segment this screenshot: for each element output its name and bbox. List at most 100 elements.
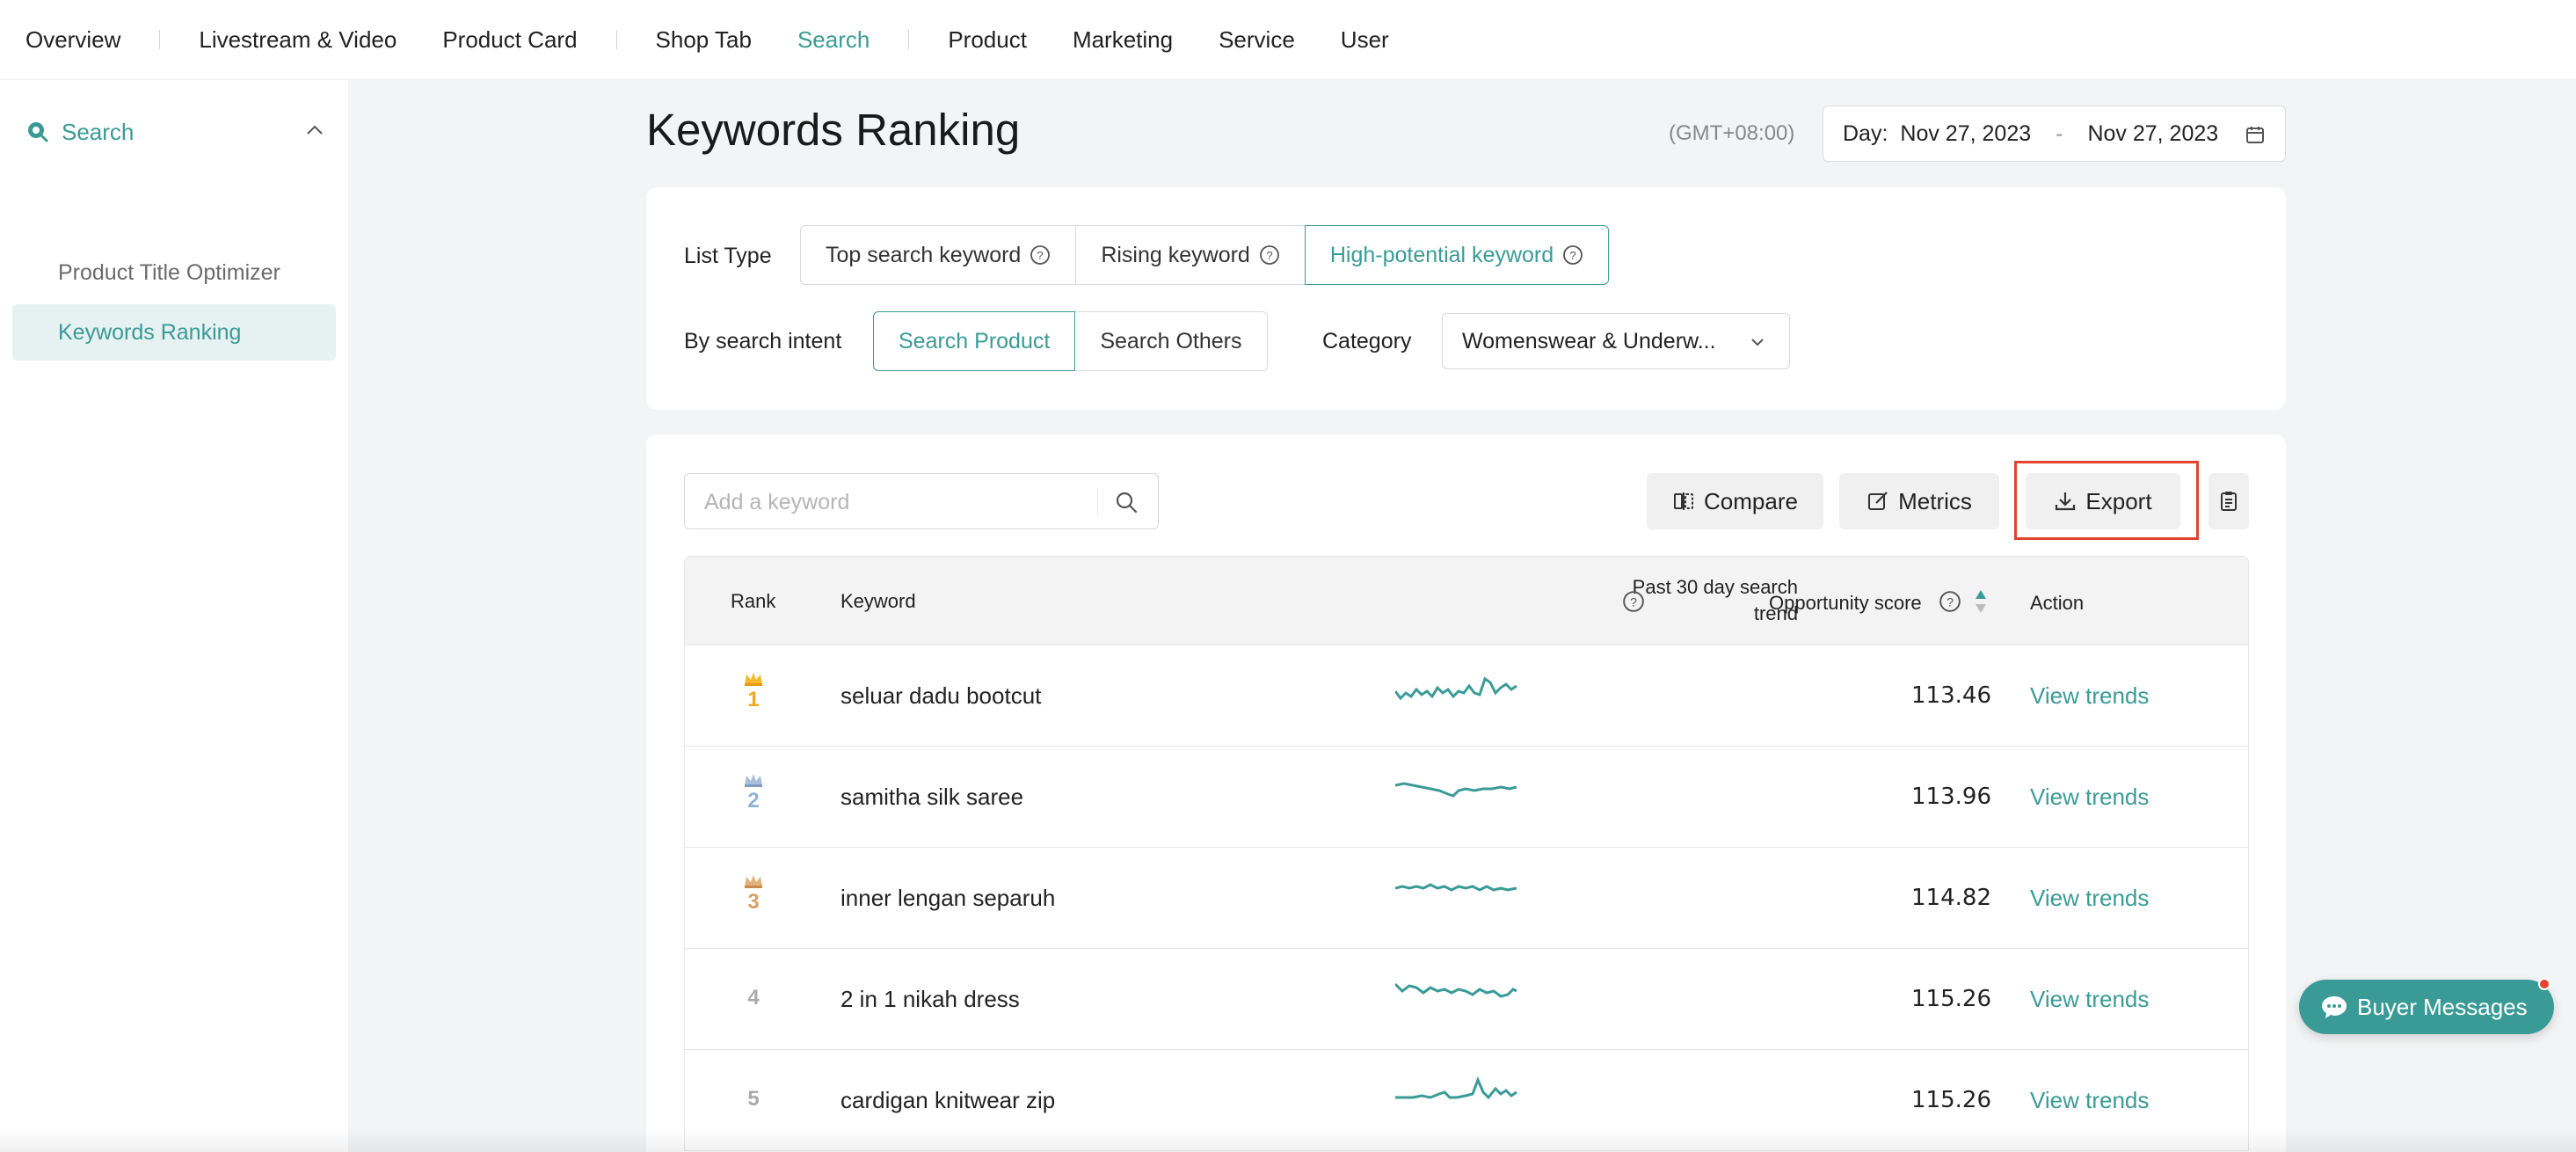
top-navigation: Overview Livestream & Video Product Card… — [0, 0, 2576, 79]
score-cell: 115.26 — [1911, 986, 1991, 1012]
sidebar-section-search[interactable]: Search — [26, 114, 325, 149]
score-cell: 113.46 — [1911, 682, 1991, 709]
table-row: 1 seluar dadu bootcut 113.46 View trends — [684, 645, 2249, 747]
score-cell: 114.82 — [1911, 885, 1991, 911]
bronze-crown-icon — [745, 875, 762, 888]
keyword-cell: 2 in 1 nikah dress — [840, 986, 1020, 1012]
list-type-segment: Top search keyword ? Rising keyword ? Hi… — [800, 225, 1610, 285]
search-placeholder: Add a keyword — [704, 490, 850, 514]
col-opportunity-score: Opportunity score — [1769, 592, 1922, 614]
list-type-rising[interactable]: Rising keyword ? — [1075, 225, 1306, 285]
list-type-top-search[interactable]: Top search keyword ? — [800, 225, 1077, 285]
keyword-cell: inner lengan separuh — [840, 885, 1056, 911]
search-icon[interactable] — [1114, 490, 1139, 514]
view-trends-link[interactable]: View trends — [2030, 784, 2149, 811]
nav-divider — [159, 30, 161, 49]
nav-divider — [615, 30, 617, 49]
rank-cell: 1 — [685, 672, 822, 712]
score-cell: 113.96 — [1911, 784, 1991, 810]
rank-number: 4 — [747, 986, 760, 1010]
list-type-top-search-label: Top search keyword — [826, 242, 1022, 267]
trend-sparkline — [1395, 1075, 1517, 1100]
filter-card — [646, 187, 2286, 410]
nav-marketing[interactable]: Marketing — [1073, 26, 1173, 54]
nav-service[interactable]: Service — [1219, 26, 1295, 54]
help-icon[interactable]: ? — [1030, 244, 1051, 266]
rank-number: 2 — [747, 789, 760, 813]
category-value: Womenswear & Underw... — [1462, 328, 1716, 354]
intent-search-product[interactable]: Search Product — [873, 311, 1076, 371]
help-icon[interactable]: ? — [1259, 244, 1280, 266]
nav-overview[interactable]: Overview — [25, 26, 120, 54]
export-highlight-box — [2014, 461, 2199, 540]
intent-search-others[interactable]: Search Others — [1074, 311, 1268, 371]
trend-sparkline — [1395, 676, 1517, 701]
col-keyword: Keyword — [840, 590, 916, 612]
nav-shop-tab[interactable]: Shop Tab — [656, 26, 752, 54]
sort-icon[interactable] — [1974, 588, 1988, 615]
col-action: Action — [2030, 592, 2085, 614]
score-cell: 115.26 — [1911, 1087, 1991, 1113]
sidebar-item-keywords-ranking[interactable]: Keywords Ranking — [12, 304, 336, 361]
rank-number: 5 — [747, 1087, 760, 1111]
search-section-icon — [28, 122, 48, 142]
date-start: Nov 27, 2023 — [1900, 120, 2032, 146]
view-trends-link[interactable]: View trends — [2030, 682, 2149, 710]
trend-sparkline — [1395, 782, 1517, 798]
date-prefix: Day: — [1843, 120, 1888, 146]
view-trends-link[interactable]: View trends — [2030, 986, 2149, 1013]
svg-text:?: ? — [1037, 249, 1044, 262]
compare-button[interactable]: Compare — [1647, 473, 1823, 529]
help-icon[interactable]: ? — [1562, 244, 1583, 266]
chevron-up-icon[interactable] — [304, 120, 325, 141]
nav-livestream-video[interactable]: Livestream & Video — [199, 26, 397, 54]
list-type-high-potential-label: High-potential keyword — [1329, 242, 1554, 267]
table-row: 4 2 in 1 nikah dress 115.26 View trends — [684, 949, 2249, 1050]
svg-text:?: ? — [1266, 249, 1272, 262]
nav-product-card[interactable]: Product Card — [442, 26, 577, 54]
help-icon[interactable]: ? — [1939, 590, 1961, 613]
sidebar: Search Product Title Optimizer Keywords … — [0, 79, 348, 1152]
nav-search[interactable]: Search — [797, 26, 870, 54]
compare-icon — [1674, 492, 1694, 510]
rank-cell: 3 — [685, 874, 822, 915]
rank-number: 1 — [747, 688, 760, 711]
chevron-down-icon — [1751, 339, 1764, 346]
metrics-button[interactable]: Metrics — [1839, 473, 1999, 529]
category-label: Category — [1322, 329, 1412, 354]
table-header: Rank Keyword Past 30 day search trend ? … — [684, 556, 2249, 645]
clipboard-icon — [2221, 492, 2237, 511]
timezone-label: (GMT+08:00) — [1669, 121, 1795, 145]
list-type-high-potential[interactable]: High-potential keyword ? — [1304, 225, 1610, 285]
compare-label: Compare — [1704, 487, 1798, 514]
nav-product[interactable]: Product — [948, 26, 1027, 54]
date-range-picker[interactable]: Day: Nov 27, 2023 - Nov 27, 2023 — [1823, 106, 2286, 162]
silver-crown-icon — [745, 774, 762, 787]
sidebar-item-product-title-optimizer[interactable]: Product Title Optimizer — [12, 244, 336, 301]
nav-divider — [908, 30, 910, 49]
table-row: 2 samitha silk saree 113.96 View trends — [684, 747, 2249, 848]
search-intent-segment: Search Product Search Others — [873, 311, 1268, 371]
bottom-shadow — [0, 1127, 2576, 1152]
date-separator: - — [2056, 120, 2063, 146]
keyword-search-input[interactable]: Add a keyword — [684, 473, 1159, 529]
view-trends-link[interactable]: View trends — [2030, 885, 2149, 912]
nav-user[interactable]: User — [1341, 26, 1389, 54]
table-row: 3 inner lengan separuh 114.82 View trend… — [684, 848, 2249, 949]
keyword-cell: samitha silk saree — [840, 784, 1024, 810]
rank-number: 3 — [747, 890, 760, 914]
report-button[interactable] — [2209, 473, 2249, 529]
notification-dot — [2538, 978, 2551, 990]
search-divider — [1097, 488, 1098, 516]
search-intent-label: By search intent — [684, 329, 842, 354]
list-type-label: List Type — [684, 244, 772, 268]
chat-bubble-icon — [2322, 996, 2347, 1018]
buyer-messages-button[interactable]: Buyer Messages — [2299, 978, 2554, 1034]
view-trends-link[interactable]: View trends — [2030, 1087, 2149, 1114]
help-icon[interactable]: ? — [1622, 590, 1645, 613]
sidebar-section-label: Search — [62, 118, 135, 145]
rank-cell: 2 — [685, 773, 822, 813]
keyword-cell: cardigan knitwear zip — [840, 1087, 1056, 1113]
svg-text:?: ? — [1630, 594, 1637, 609]
category-select[interactable]: Womenswear & Underw... — [1442, 313, 1790, 369]
